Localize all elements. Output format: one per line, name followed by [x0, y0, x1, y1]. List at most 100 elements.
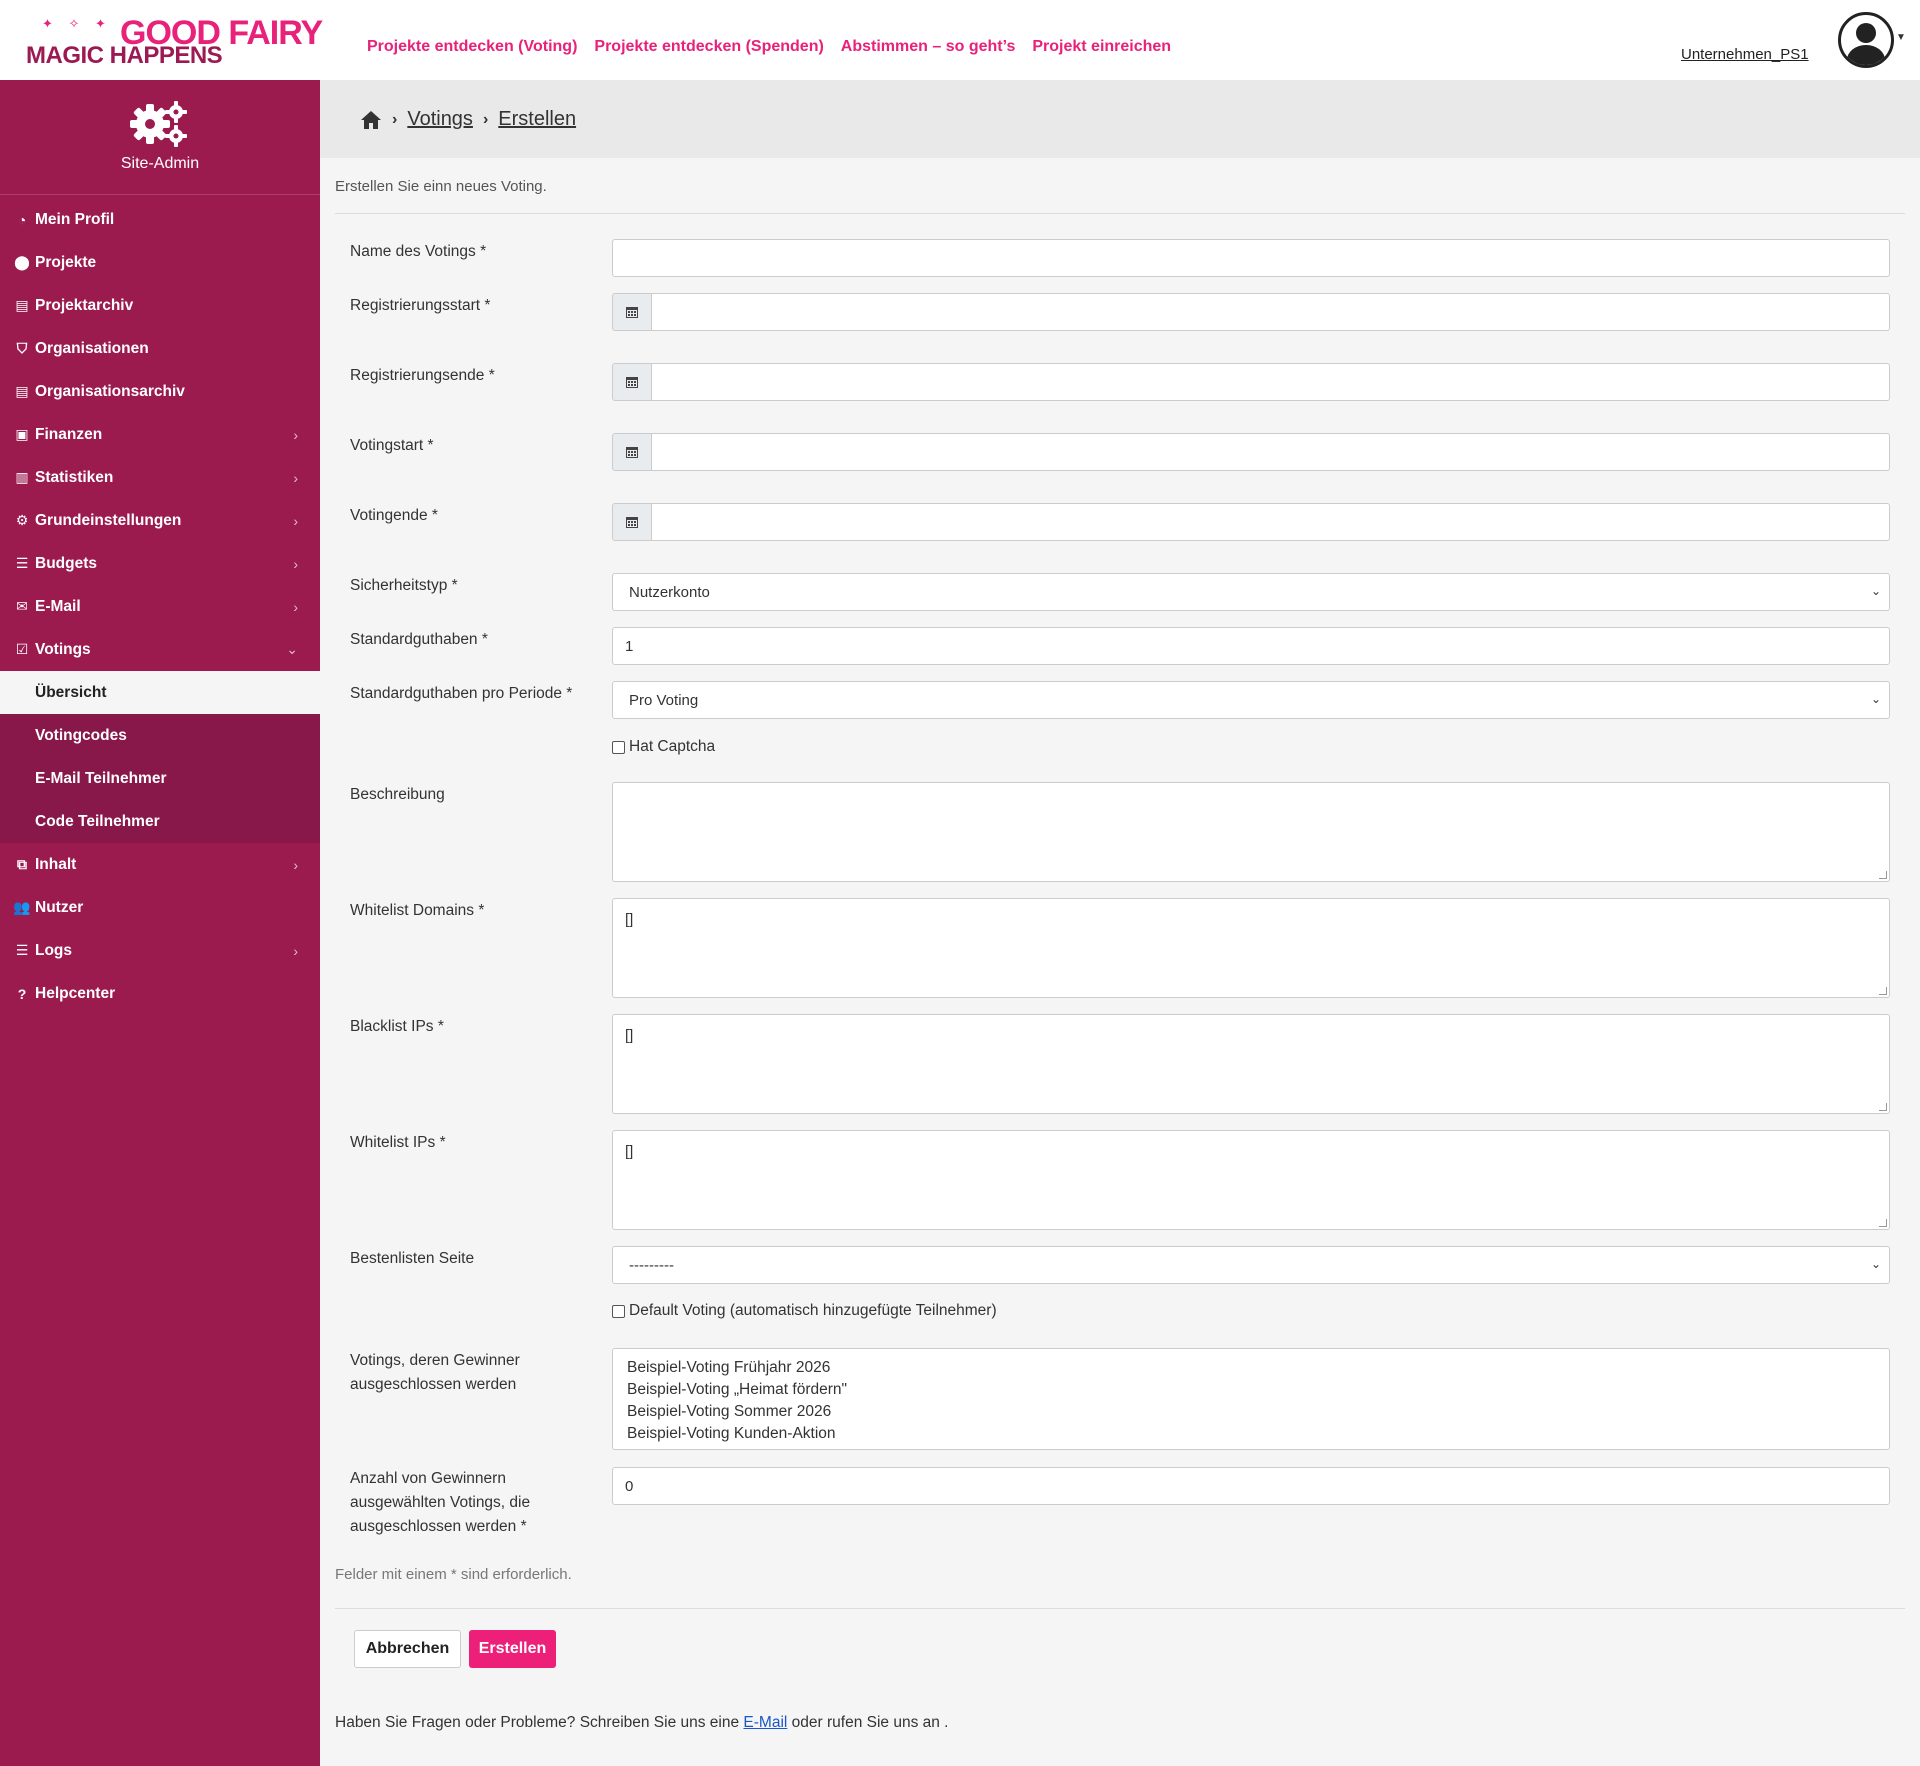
security-type-label: Sicherheitstyp * — [350, 577, 458, 594]
sidebar-item-organisationen[interactable]: ⛉ Organisationen — [0, 327, 320, 370]
cancel-button[interactable]: Abbrechen — [354, 1630, 461, 1668]
reg-end-input[interactable] — [652, 363, 1890, 401]
default-voting-label: Default Voting (automatisch hinzugefügte… — [629, 1302, 997, 1319]
divider — [335, 213, 1905, 214]
nav-link-how-to-vote[interactable]: Abstimmen – so geht’s — [841, 38, 1016, 56]
required-fields-note: Felder mit einem * sind erforderlich. — [335, 1566, 572, 1583]
sidebar-item-projektarchiv[interactable]: ▤ Projektarchiv — [0, 284, 320, 327]
breadcrumb-current-erstellen[interactable]: Erstellen — [498, 108, 576, 131]
sidebar-title: Site-Admin — [120, 155, 200, 172]
sidebar-item-finanzen[interactable]: ▣ Finanzen › — [0, 413, 320, 456]
money-icon: ▣ — [15, 426, 29, 442]
vote-end-label: Votingende * — [350, 507, 438, 524]
chevron-right-icon: › — [293, 942, 298, 959]
sidebar-item-statistiken[interactable]: ▥ Statistiken › — [0, 456, 320, 499]
whitelist-ips-textarea[interactable]: [] — [612, 1130, 1890, 1230]
list-item[interactable]: Beispiel-Voting Sommer 2026 — [627, 1401, 847, 1423]
resize-handle[interactable] — [1879, 871, 1887, 879]
vote-end-input[interactable] — [652, 503, 1890, 541]
description-label: Beschreibung — [350, 786, 445, 803]
user-avatar-icon[interactable] — [1838, 12, 1894, 68]
brand-logo[interactable]: ✦ ✧ ✦ GOOD FAIRY MAGIC HAPPENS — [24, 14, 329, 70]
chevron-right-icon: › — [293, 856, 298, 873]
breadcrumb-link-votings[interactable]: Votings — [407, 108, 473, 131]
sidebar-subitem-votingcodes[interactable]: Votingcodes — [0, 714, 320, 757]
winners-count-label-line1: Anzahl von Gewinnern — [350, 1470, 506, 1487]
chevron-right-icon: › — [482, 110, 489, 128]
winners-count-input[interactable]: 0 — [612, 1467, 1890, 1505]
create-button[interactable]: Erstellen — [469, 1630, 556, 1668]
calendar-icon[interactable] — [612, 293, 652, 331]
sidebar-item-email[interactable]: ✉ E-Mail › — [0, 585, 320, 628]
nav-link-voting[interactable]: Projekte entdecken (Voting) — [367, 38, 577, 56]
calendar-icon[interactable] — [612, 363, 652, 401]
vote-start-input[interactable] — [652, 433, 1890, 471]
sidebar-item-projekte[interactable]: ⬤ Projekte — [0, 241, 320, 284]
default-voting-checkbox[interactable] — [612, 1304, 625, 1318]
resize-handle[interactable] — [1879, 1103, 1887, 1111]
description-textarea[interactable] — [612, 782, 1890, 882]
reg-end-field — [612, 363, 1890, 401]
reg-start-field — [612, 293, 1890, 331]
captcha-checkbox[interactable] — [612, 740, 625, 754]
chevron-right-icon: › — [293, 469, 298, 486]
vote-end-field — [612, 503, 1890, 541]
name-label: Name des Votings * — [350, 243, 487, 260]
default-voting-checkbox-row: Default Voting (automatisch hinzugefügte… — [612, 1302, 997, 1320]
question-circle-icon: ? — [17, 985, 27, 1002]
nav-link-submit-project[interactable]: Projekt einreichen — [1032, 38, 1171, 56]
leaderboard-select[interactable]: --------- ⌄ — [612, 1246, 1890, 1284]
nav-link-donations[interactable]: Projekte entdecken (Spenden) — [594, 38, 823, 56]
user-name-link[interactable]: Unternehmen_PS1 — [1681, 46, 1809, 63]
list-item[interactable]: Beispiel-Voting „Heimat fördern" — [627, 1379, 847, 1401]
credit-period-select[interactable]: Pro Voting ⌄ — [612, 681, 1890, 719]
list-item[interactable]: Beispiel-Voting Frühjahr 2026 — [627, 1357, 847, 1379]
calendar-icon[interactable] — [612, 503, 652, 541]
excluded-votings-label-line1: Votings, deren Gewinner — [350, 1352, 520, 1369]
sidebar-item-grundeinstellungen[interactable]: ⚙ Grundeinstellungen › — [0, 499, 320, 542]
sidebar-item-logs[interactable]: ☰ Logs › — [0, 929, 320, 972]
excluded-votings-options: Beispiel-Voting Frühjahr 2026 Beispiel-V… — [627, 1357, 847, 1445]
vote-start-field — [612, 433, 1890, 471]
calendar-icon[interactable] — [612, 433, 652, 471]
sidebar-item-votings[interactable]: ☑ Votings ⌄ — [0, 628, 320, 671]
resize-handle[interactable] — [1879, 1219, 1887, 1227]
reg-start-input[interactable] — [652, 293, 1890, 331]
list-item[interactable]: Beispiel-Voting Kunden-Aktion — [627, 1423, 847, 1445]
top-header: ✦ ✧ ✦ GOOD FAIRY MAGIC HAPPENS Projekte … — [0, 0, 1920, 80]
footer-help-text: Haben Sie Fragen oder Probleme? Schreibe… — [335, 1714, 949, 1731]
security-type-select[interactable]: Nutzerkonto ⌄ — [612, 573, 1890, 611]
logo-text-bottom: MAGIC HAPPENS — [26, 42, 223, 69]
name-input[interactable] — [612, 239, 1890, 277]
chevron-right-icon: › — [293, 426, 298, 443]
sidebar-subitem-email-teilnehmer[interactable]: E-Mail Teilnehmer — [0, 757, 320, 800]
home-icon[interactable] — [360, 110, 382, 130]
chevron-down-icon: ⌄ — [1870, 584, 1881, 598]
email-link[interactable]: E-Mail — [743, 1714, 787, 1731]
sidebar-subitem-uebersicht[interactable]: Übersicht — [0, 671, 320, 714]
divider — [335, 1608, 1905, 1609]
caret-down-icon[interactable]: ▼ — [1896, 32, 1906, 43]
excluded-votings-multiselect[interactable]: Beispiel-Voting Frühjahr 2026 Beispiel-V… — [612, 1348, 1890, 1450]
chevron-right-icon: › — [293, 512, 298, 529]
sidebar-item-nutzer[interactable]: 👥 Nutzer — [0, 886, 320, 929]
page-intro: Erstellen Sie einn neues Voting. — [335, 178, 547, 195]
resize-handle[interactable] — [1879, 987, 1887, 995]
chevron-down-icon: ⌄ — [286, 641, 298, 657]
sidebar-item-organisationsarchiv[interactable]: ▤ Organisationsarchiv — [0, 370, 320, 413]
chevron-down-icon: ⌄ — [1870, 1257, 1881, 1271]
credit-input[interactable]: 1 — [612, 627, 1890, 665]
credit-label: Standardguthaben * — [350, 631, 488, 648]
reg-end-label: Registrierungsende * — [350, 367, 495, 384]
sidebar-subitem-code-teilnehmer[interactable]: Code Teilnehmer — [0, 800, 320, 843]
whitelist-domains-textarea[interactable]: [] — [612, 898, 1890, 998]
chevron-down-icon: ⌄ — [1870, 692, 1881, 706]
sidebar-item-budgets[interactable]: ☰ Budgets › — [0, 542, 320, 585]
sidebar-item-inhalt[interactable]: ⧉ Inhalt › — [0, 843, 320, 886]
sidebar: Site-Admin ◔ Mein Profil ⬤ Projekte ▤ Proje… — [0, 80, 320, 1766]
blacklist-ips-textarea[interactable]: [] — [612, 1014, 1890, 1114]
breadcrumb-bar: › Votings › Erstellen — [320, 80, 1920, 158]
sidebar-item-helpcenter[interactable]: ? Helpcenter — [0, 972, 320, 1015]
leaderboard-value: --------- — [629, 1257, 674, 1274]
sidebar-item-mein-profil[interactable]: ◔ Mein Profil — [0, 198, 320, 241]
